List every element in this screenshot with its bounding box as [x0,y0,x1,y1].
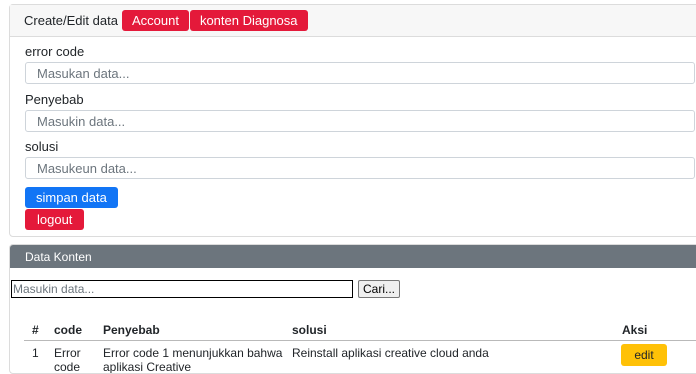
penyebab-input[interactable] [25,110,695,132]
row-number: 1 [32,346,39,360]
search-button[interactable]: Cari... [358,280,401,298]
column-header-number: # [32,323,39,337]
account-button[interactable]: Account [121,10,189,31]
column-header-aksi: Aksi [622,323,648,337]
penyebab-label: Penyebab [25,92,84,107]
row-code: Error code [54,346,81,374]
column-header-code: code [54,323,83,337]
column-header-solusi: solusi [292,323,327,337]
error-code-label: error code [25,44,85,59]
logout-button[interactable]: logout [25,209,85,230]
search-input[interactable] [11,280,353,298]
konten-diagnosa-button[interactable]: konten Diagnosa [189,10,308,31]
row-penyebab: Error code 1 menunjukkan bahwa aplikasi … [103,346,283,374]
data-konten-title: Data Konten [25,249,92,264]
edit-button[interactable]: edit [621,344,667,366]
table-header-divider [24,340,696,341]
solusi-input[interactable] [25,157,695,179]
save-button[interactable]: simpan data [25,187,118,208]
create-edit-header: Create/Edit data Account konten Diagnosa [10,5,696,37]
create-edit-card: Create/Edit data Account konten Diagnosa… [9,4,696,237]
create-edit-title: Create/Edit data [24,13,118,28]
column-header-penyebab: Penyebab [103,323,160,337]
error-code-input[interactable] [25,62,695,84]
data-konten-card: Data Konten Cari... # code Penyebab solu… [9,244,696,374]
row-solusi: Reinstall aplikasi creative cloud anda [292,346,489,360]
data-konten-header: Data Konten [10,245,696,268]
solusi-label: solusi [25,139,59,154]
